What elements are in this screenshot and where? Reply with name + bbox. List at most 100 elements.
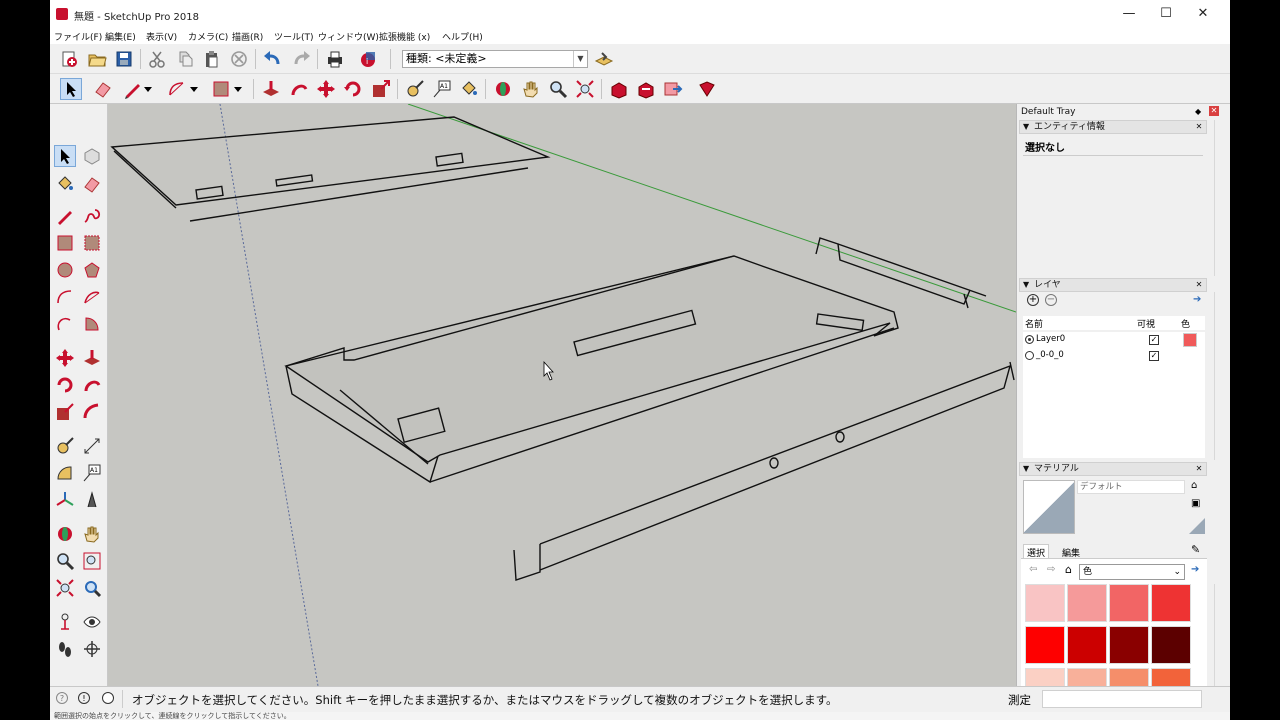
chevron-down-icon[interactable]: [232, 78, 244, 100]
menu-view[interactable]: 表示(V): [146, 30, 177, 43]
minimize-button[interactable]: —: [1110, 0, 1148, 28]
line-pencil-icon[interactable]: [122, 78, 144, 100]
section-plane-icon[interactable]: [81, 638, 103, 660]
layer-visible-checkbox[interactable]: ✓: [1149, 335, 1159, 345]
add-layer-icon[interactable]: +: [1027, 294, 1039, 306]
model-info-icon[interactable]: i: [357, 48, 379, 70]
menu-extensions[interactable]: 拡張機能 (x): [379, 30, 430, 43]
previous-view-icon[interactable]: [81, 577, 103, 599]
text-tool-icon[interactable]: A1: [431, 78, 453, 100]
copy-icon[interactable]: [174, 48, 196, 70]
undo-icon[interactable]: [262, 48, 284, 70]
geo-location-icon[interactable]: ?: [56, 692, 68, 704]
arc-tool-icon[interactable]: [54, 286, 76, 308]
two-point-arc-icon[interactable]: [81, 286, 103, 308]
close-icon[interactable]: ✕: [1194, 464, 1204, 474]
menu-tools[interactable]: ツール(T): [274, 30, 314, 43]
push-pull-icon[interactable]: [81, 347, 103, 369]
eyedropper-icon[interactable]: ✎: [1191, 543, 1200, 556]
zoom-icon[interactable]: [547, 78, 569, 100]
model-viewport[interactable]: [108, 104, 1016, 686]
model-canvas[interactable]: [108, 104, 1016, 686]
paste-icon[interactable]: [201, 48, 223, 70]
home-icon[interactable]: ⌂: [1065, 563, 1072, 576]
share-component-icon[interactable]: [662, 78, 684, 100]
layer-color-swatch[interactable]: [1183, 333, 1197, 347]
3d-text-icon[interactable]: [81, 489, 103, 511]
chevron-down-icon[interactable]: [188, 78, 200, 100]
tray-close-icon[interactable]: ✕: [1209, 106, 1219, 116]
redo-icon[interactable]: [290, 48, 312, 70]
follow-me-icon[interactable]: [288, 78, 310, 100]
details-arrow-icon[interactable]: ➔: [1193, 294, 1201, 305]
material-library-dropdown[interactable]: 色 ⌄: [1079, 564, 1185, 580]
walk-icon[interactable]: [54, 638, 76, 660]
menu-draw[interactable]: 描画(R): [232, 30, 263, 43]
eraser-icon[interactable]: [81, 173, 103, 195]
share-model-icon[interactable]: [635, 78, 657, 100]
menu-window[interactable]: ウィンドウ(W): [318, 30, 379, 43]
pan-hand-icon[interactable]: [520, 78, 542, 100]
active-layer-radio[interactable]: [1025, 335, 1034, 344]
warehouse-icon[interactable]: [608, 78, 630, 100]
material-swatch[interactable]: [1067, 584, 1107, 622]
line-pencil-icon[interactable]: [54, 205, 76, 227]
material-swatch[interactable]: [1025, 626, 1065, 664]
scale-icon[interactable]: [54, 401, 76, 423]
select-arrow-icon[interactable]: [60, 78, 82, 100]
materials-scrollbar[interactable]: [1214, 584, 1226, 686]
move-icon[interactable]: [315, 78, 337, 100]
layers-header[interactable]: ▼ レイヤ ✕: [1019, 278, 1207, 292]
position-camera-icon[interactable]: [54, 611, 76, 633]
pie-tool-icon[interactable]: [81, 313, 103, 335]
three-point-arc-icon[interactable]: [54, 313, 76, 335]
make-component-icon[interactable]: [81, 145, 103, 167]
user-icon[interactable]: [102, 692, 114, 704]
close-window-button[interactable]: ✕: [1184, 0, 1222, 28]
material-swatch[interactable]: [1067, 626, 1107, 664]
material-swatch[interactable]: [1151, 626, 1191, 664]
chevron-down-icon[interactable]: [142, 78, 154, 100]
rectangle-tool-icon[interactable]: [210, 78, 232, 100]
display-secondary-icon[interactable]: ⌂: [1191, 480, 1197, 491]
freehand-icon[interactable]: [81, 205, 103, 227]
details-arrow-icon[interactable]: ➔: [1191, 564, 1199, 575]
entity-info-header[interactable]: ▼ エンティティ情報 ✕: [1019, 120, 1207, 134]
material-swatch[interactable]: [1109, 584, 1149, 622]
remove-layer-icon[interactable]: −: [1045, 294, 1057, 306]
paint-bucket-icon[interactable]: [458, 78, 480, 100]
layer-manager-icon[interactable]: [593, 48, 615, 70]
create-material-icon[interactable]: ▣: [1191, 498, 1200, 509]
tape-measure-icon[interactable]: [404, 78, 426, 100]
menu-edit[interactable]: 編集(E): [105, 30, 136, 43]
extension-warehouse-icon[interactable]: [696, 78, 718, 100]
forward-arrow-icon[interactable]: ⇨: [1047, 564, 1055, 575]
orbit-icon[interactable]: [492, 78, 514, 100]
circle-tool-icon[interactable]: [54, 259, 76, 281]
materials-header[interactable]: ▼ マテリアル ✕: [1019, 462, 1207, 476]
move-icon[interactable]: [54, 347, 76, 369]
scale-icon[interactable]: [370, 78, 392, 100]
look-around-icon[interactable]: [81, 611, 103, 633]
arc-tool-icon[interactable]: [166, 78, 188, 100]
text-tool-icon[interactable]: A1: [81, 462, 103, 484]
zoom-extents-icon[interactable]: [574, 78, 596, 100]
active-layer-radio[interactable]: [1025, 351, 1034, 360]
rotate-icon[interactable]: [342, 78, 364, 100]
material-name-field[interactable]: デフォルト: [1077, 480, 1185, 494]
polygon-tool-icon[interactable]: [81, 259, 103, 281]
tray-scrollbar[interactable]: [1214, 292, 1226, 460]
select-arrow-icon[interactable]: [54, 145, 76, 167]
new-file-icon[interactable]: [58, 48, 80, 70]
rotated-rectangle-icon[interactable]: [81, 232, 103, 254]
dimension-icon[interactable]: [81, 435, 103, 457]
offset-icon[interactable]: [81, 401, 103, 423]
cut-icon[interactable]: [146, 48, 168, 70]
rectangle-tool-icon[interactable]: [54, 232, 76, 254]
menu-file[interactable]: ファイル(F): [54, 30, 102, 43]
material-swatch[interactable]: [1109, 626, 1149, 664]
zoom-extents-icon[interactable]: [54, 577, 76, 599]
protractor-icon[interactable]: [54, 462, 76, 484]
push-pull-icon[interactable]: [260, 78, 282, 100]
material-swatch[interactable]: [1025, 584, 1065, 622]
